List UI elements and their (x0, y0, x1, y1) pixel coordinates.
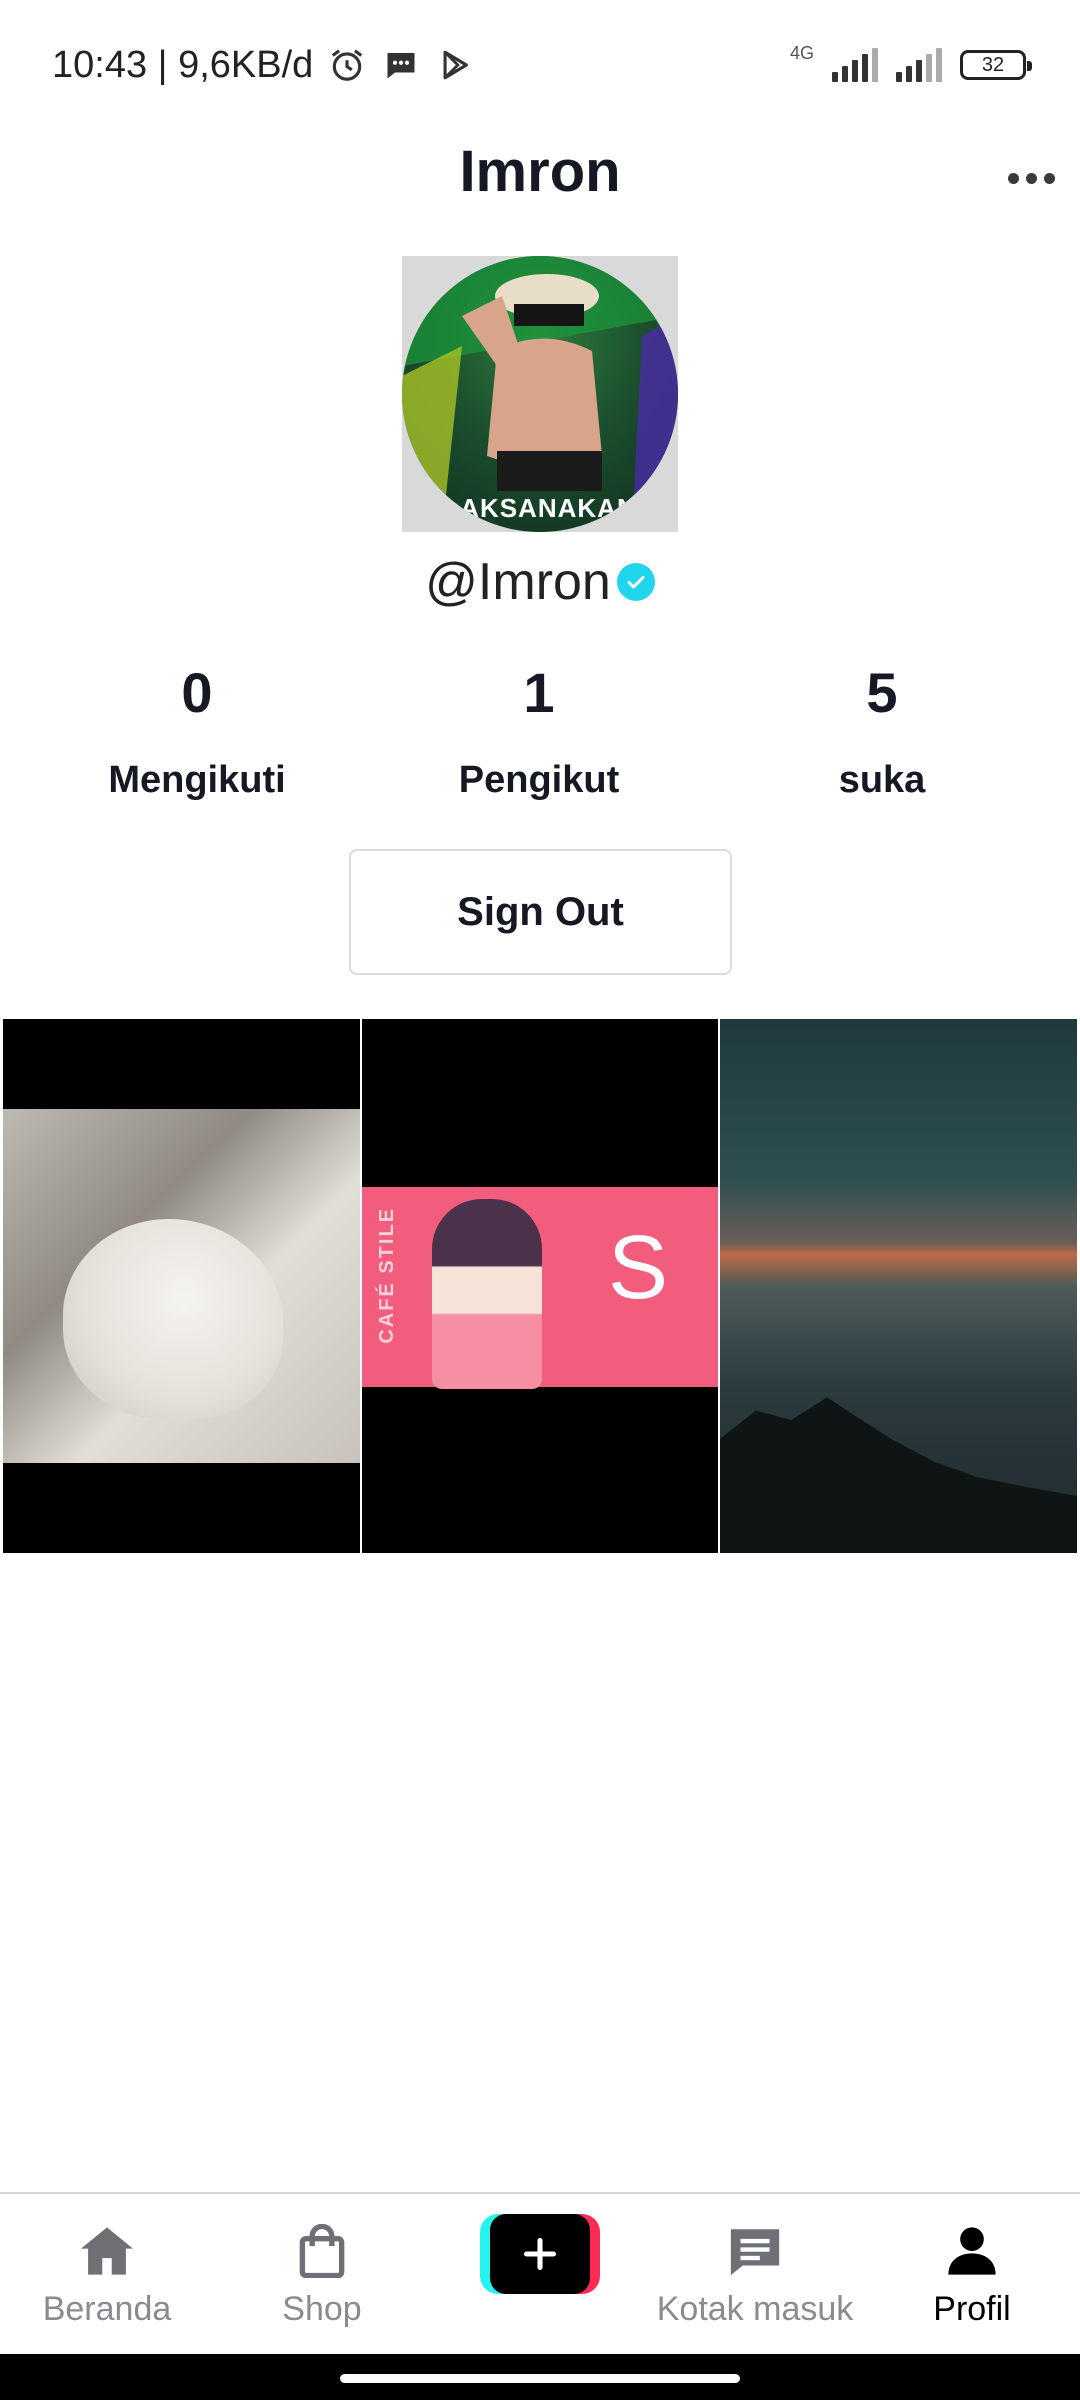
header: Imron (0, 130, 1080, 226)
sea-image (720, 1019, 1077, 1553)
stat-likes-value: 5 (866, 661, 898, 724)
anime-side-text: CAFÉ STILE (376, 1207, 398, 1344)
message-icon (381, 45, 421, 85)
anime-letter: S (607, 1218, 668, 1318)
stat-followers-label: Pengikut (458, 759, 620, 801)
create-button[interactable] (480, 2214, 600, 2294)
home-icon (78, 2222, 136, 2280)
nav-inbox-label: Kotak masuk (656, 2290, 854, 2328)
inbox-icon (726, 2222, 784, 2280)
stat-likes-label: suka (838, 759, 926, 801)
stat-likes[interactable]: 5 suka (722, 660, 1042, 802)
nav-shop[interactable]: Shop (222, 2194, 422, 2354)
more-options-button[interactable] (996, 158, 1066, 198)
video-thumbnail-sea[interactable] (720, 1019, 1077, 1553)
cat-figure (63, 1219, 283, 1419)
avatar-image (402, 256, 678, 532)
username-row: @Imron (0, 552, 1080, 612)
anime-image: CAFÉ STILE S (362, 1187, 718, 1389)
home-indicator[interactable] (340, 2374, 740, 2383)
username: @Imron (425, 553, 611, 611)
nav-home-label: Beranda (42, 2290, 172, 2328)
person-icon (947, 2222, 997, 2280)
verified-badge-icon (616, 563, 655, 601)
page-title: Imron (459, 139, 621, 204)
nav-profile[interactable]: Profil (872, 2194, 1072, 2354)
profile-screen: 10:43 | 9,6KB/d 4G 32 Imron LAKSANAKAN @… (0, 0, 1080, 2400)
nav-profile-label: Profil (933, 2290, 1011, 2328)
alarm-icon (327, 45, 367, 85)
battery-icon: 32 (960, 50, 1032, 80)
status-left: 10:43 | 9,6KB/d (52, 44, 475, 87)
avatar-caption: LAKSANAKAN (443, 493, 637, 523)
signal-icon (832, 48, 878, 82)
status-bar: 10:43 | 9,6KB/d 4G 32 (0, 0, 1080, 130)
nav-shop-label: Shop (282, 2290, 362, 2328)
more-dot (1025, 172, 1037, 184)
nav-inbox[interactable]: Kotak masuk (655, 2194, 855, 2354)
rocks-shape (720, 1397, 1077, 1553)
anime-figure (432, 1199, 542, 1389)
status-right: 4G 32 (790, 43, 1032, 82)
more-dot (1043, 172, 1055, 184)
profile-stats: 0 Mengikuti 1 Pengikut 5 suka (0, 660, 1080, 810)
video-thumbnail-anime[interactable]: CAFÉ STILE S (362, 1019, 718, 1553)
stat-following[interactable]: 0 Mengikuti (37, 660, 357, 802)
network-type: 4G (789, 42, 814, 63)
nav-home[interactable]: Beranda (7, 2194, 207, 2354)
plus-icon (490, 2214, 590, 2294)
signal-icon-2 (896, 48, 942, 82)
avatar-frame[interactable]: LAKSANAKAN (402, 256, 678, 532)
status-time: 10:43 | 9,6KB/d (52, 43, 314, 86)
more-horizontal-icon (1007, 172, 1019, 184)
stat-following-label: Mengikuti (108, 759, 286, 801)
shopping-bag-icon (297, 2222, 347, 2280)
video-thumbnail-cat[interactable] (3, 1019, 360, 1553)
avatar: LAKSANAKAN (402, 256, 678, 532)
stat-followers-value: 1 (523, 661, 555, 724)
stat-followers[interactable]: 1 Pengikut (379, 660, 699, 802)
battery-level: 32 (981, 53, 1005, 76)
gesture-bar (0, 2354, 1080, 2400)
bottom-nav: Beranda Shop Kotak masuk Profil (0, 2192, 1080, 2354)
video-grid: CAFÉ STILE S (0, 1019, 1080, 1553)
stat-following-value: 0 (181, 661, 213, 724)
sign-out-button[interactable]: Sign Out (349, 849, 732, 975)
play-store-icon (435, 45, 475, 85)
cat-image (3, 1109, 360, 1463)
